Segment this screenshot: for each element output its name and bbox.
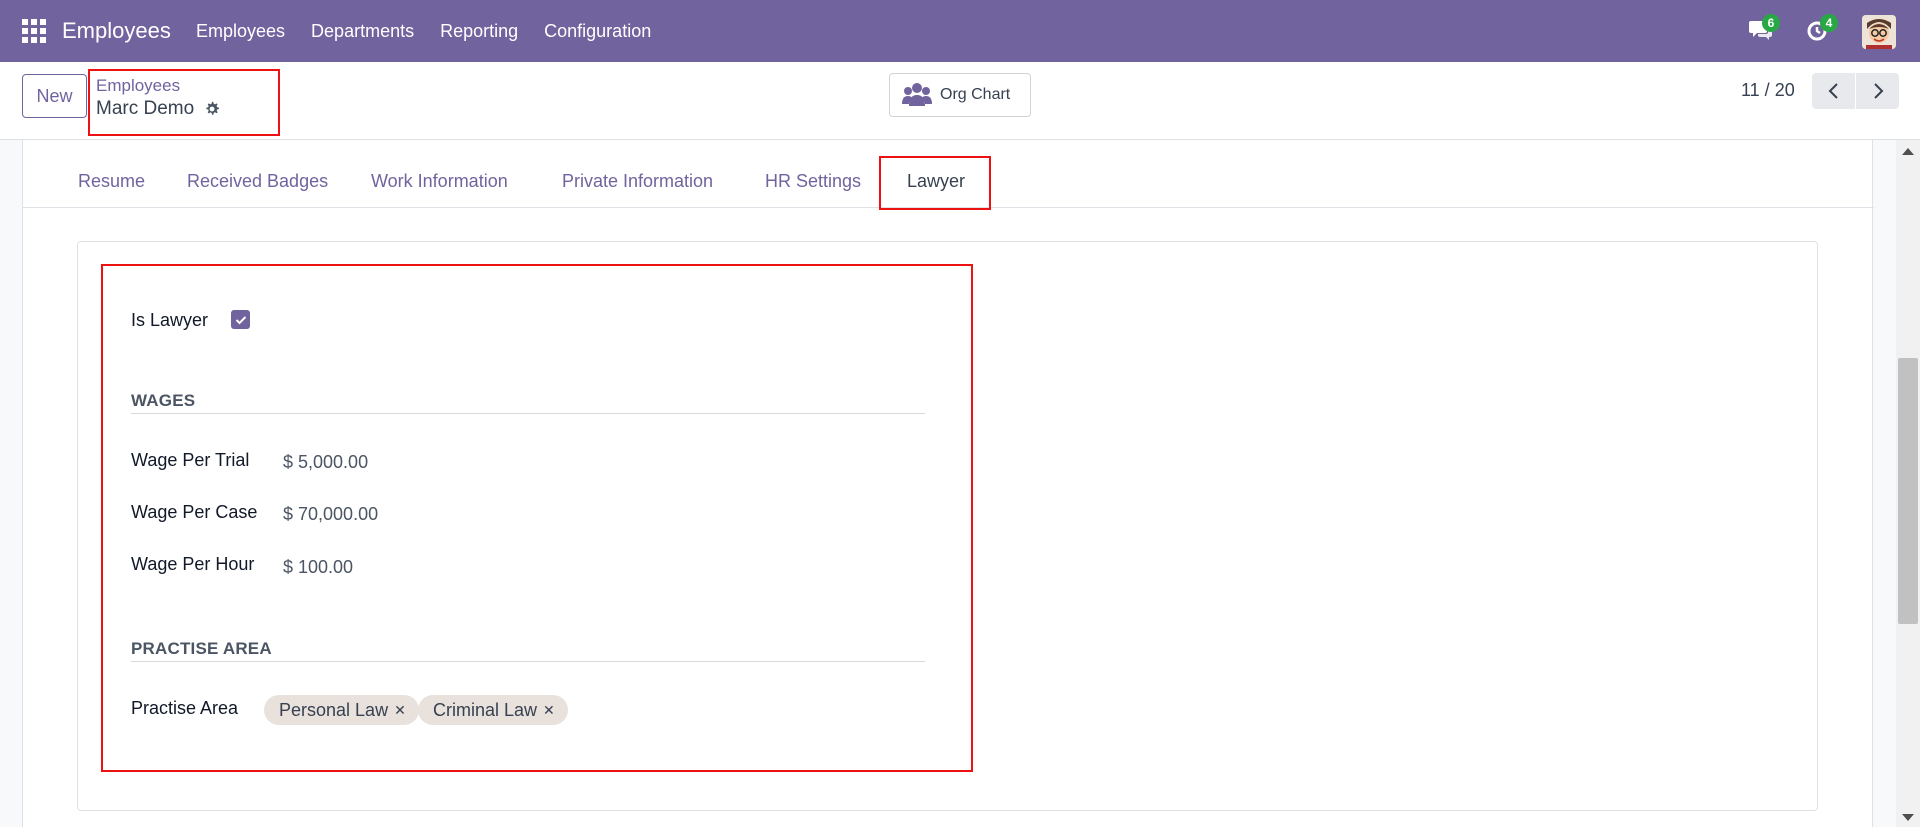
notebook-tabs: Resume Received Badges Work Information … xyxy=(23,140,1874,210)
user-avatar[interactable] xyxy=(1862,15,1896,49)
vertical-scrollbar[interactable] xyxy=(1896,140,1920,827)
chevron-right-icon xyxy=(1873,83,1883,99)
practise-area-label: Practise Area xyxy=(131,698,239,718)
wage-per-trial-label: Wage Per Trial xyxy=(131,450,250,470)
practise-area-divider xyxy=(131,661,925,662)
is-lawyer-label: Is Lawyer xyxy=(131,310,209,330)
tab-work-information[interactable]: Work Information xyxy=(371,171,508,192)
menu-item-reporting[interactable]: Reporting xyxy=(440,21,518,42)
top-navbar: Employees Employees Departments Reportin… xyxy=(0,0,1920,62)
wages-section-title: WAGES xyxy=(131,391,196,410)
pager-next-button[interactable] xyxy=(1856,73,1899,109)
scrollbar-thumb[interactable] xyxy=(1898,358,1918,624)
org-chart-button[interactable]: Org Chart xyxy=(889,73,1031,117)
menu-item-employees[interactable]: Employees xyxy=(196,21,285,42)
avatar-image xyxy=(1862,15,1896,49)
breadcrumb: Employees Marc Demo xyxy=(88,69,280,136)
scroll-down-arrow-icon[interactable] xyxy=(1902,814,1914,821)
menu-item-departments[interactable]: Departments xyxy=(311,21,414,42)
tab-received-badges[interactable]: Received Badges xyxy=(187,171,328,192)
app-brand[interactable]: Employees xyxy=(62,18,171,44)
tag-label: Personal Law xyxy=(279,699,389,720)
wage-per-hour-label: Wage Per Hour xyxy=(131,554,255,574)
tab-resume[interactable]: Resume xyxy=(78,171,145,192)
menu-item-configuration[interactable]: Configuration xyxy=(544,21,651,42)
tab-hr-settings[interactable]: HR Settings xyxy=(765,171,861,192)
pager-previous-button[interactable] xyxy=(1812,73,1855,109)
main-menu: Employees Departments Reporting Configur… xyxy=(196,21,677,42)
wage-per-hour-value[interactable]: $ 100.00 xyxy=(283,557,353,578)
tag-label: Criminal Law xyxy=(433,699,538,720)
breadcrumb-current: Marc Demo xyxy=(96,98,220,120)
wage-per-case-label: Wage Per Case xyxy=(131,502,258,522)
chevron-left-icon xyxy=(1828,83,1838,99)
wage-per-case-value[interactable]: $ 70,000.00 xyxy=(283,504,378,525)
new-button[interactable]: New xyxy=(22,74,87,118)
tag-personal-law: Personal Law ✕ xyxy=(264,695,419,725)
users-icon xyxy=(902,83,932,106)
org-chart-label: Org Chart xyxy=(940,86,1011,103)
remove-tag-icon[interactable]: ✕ xyxy=(543,702,555,719)
tab-private-information[interactable]: Private Information xyxy=(562,171,713,192)
remove-tag-icon[interactable]: ✕ xyxy=(394,702,406,719)
activity-button[interactable]: 4 xyxy=(1806,14,1838,42)
record-name: Marc Demo xyxy=(96,98,195,119)
tab-lawyer[interactable]: Lawyer xyxy=(907,171,965,192)
practise-area-section-title: PRACTISE AREA xyxy=(131,639,272,658)
control-panel: New Employees Marc Demo Org Chart 11 / 2… xyxy=(0,62,1920,140)
scroll-up-arrow-icon[interactable] xyxy=(1902,148,1914,155)
pager-value[interactable]: 11 / 20 xyxy=(1741,80,1795,101)
chat-count-badge: 6 xyxy=(1762,14,1780,32)
activity-count-badge: 4 xyxy=(1820,14,1838,32)
wages-divider xyxy=(131,413,925,414)
checkmark-icon xyxy=(235,315,246,324)
tag-criminal-law: Criminal Law ✕ xyxy=(418,695,568,725)
gear-icon[interactable] xyxy=(204,101,220,117)
apps-menu-icon[interactable] xyxy=(22,19,46,43)
is-lawyer-checkbox[interactable] xyxy=(231,310,250,329)
wage-per-trial-value[interactable]: $ 5,000.00 xyxy=(283,452,368,473)
breadcrumb-parent-link[interactable]: Employees xyxy=(96,76,180,96)
chat-button[interactable]: 6 xyxy=(1748,14,1780,42)
